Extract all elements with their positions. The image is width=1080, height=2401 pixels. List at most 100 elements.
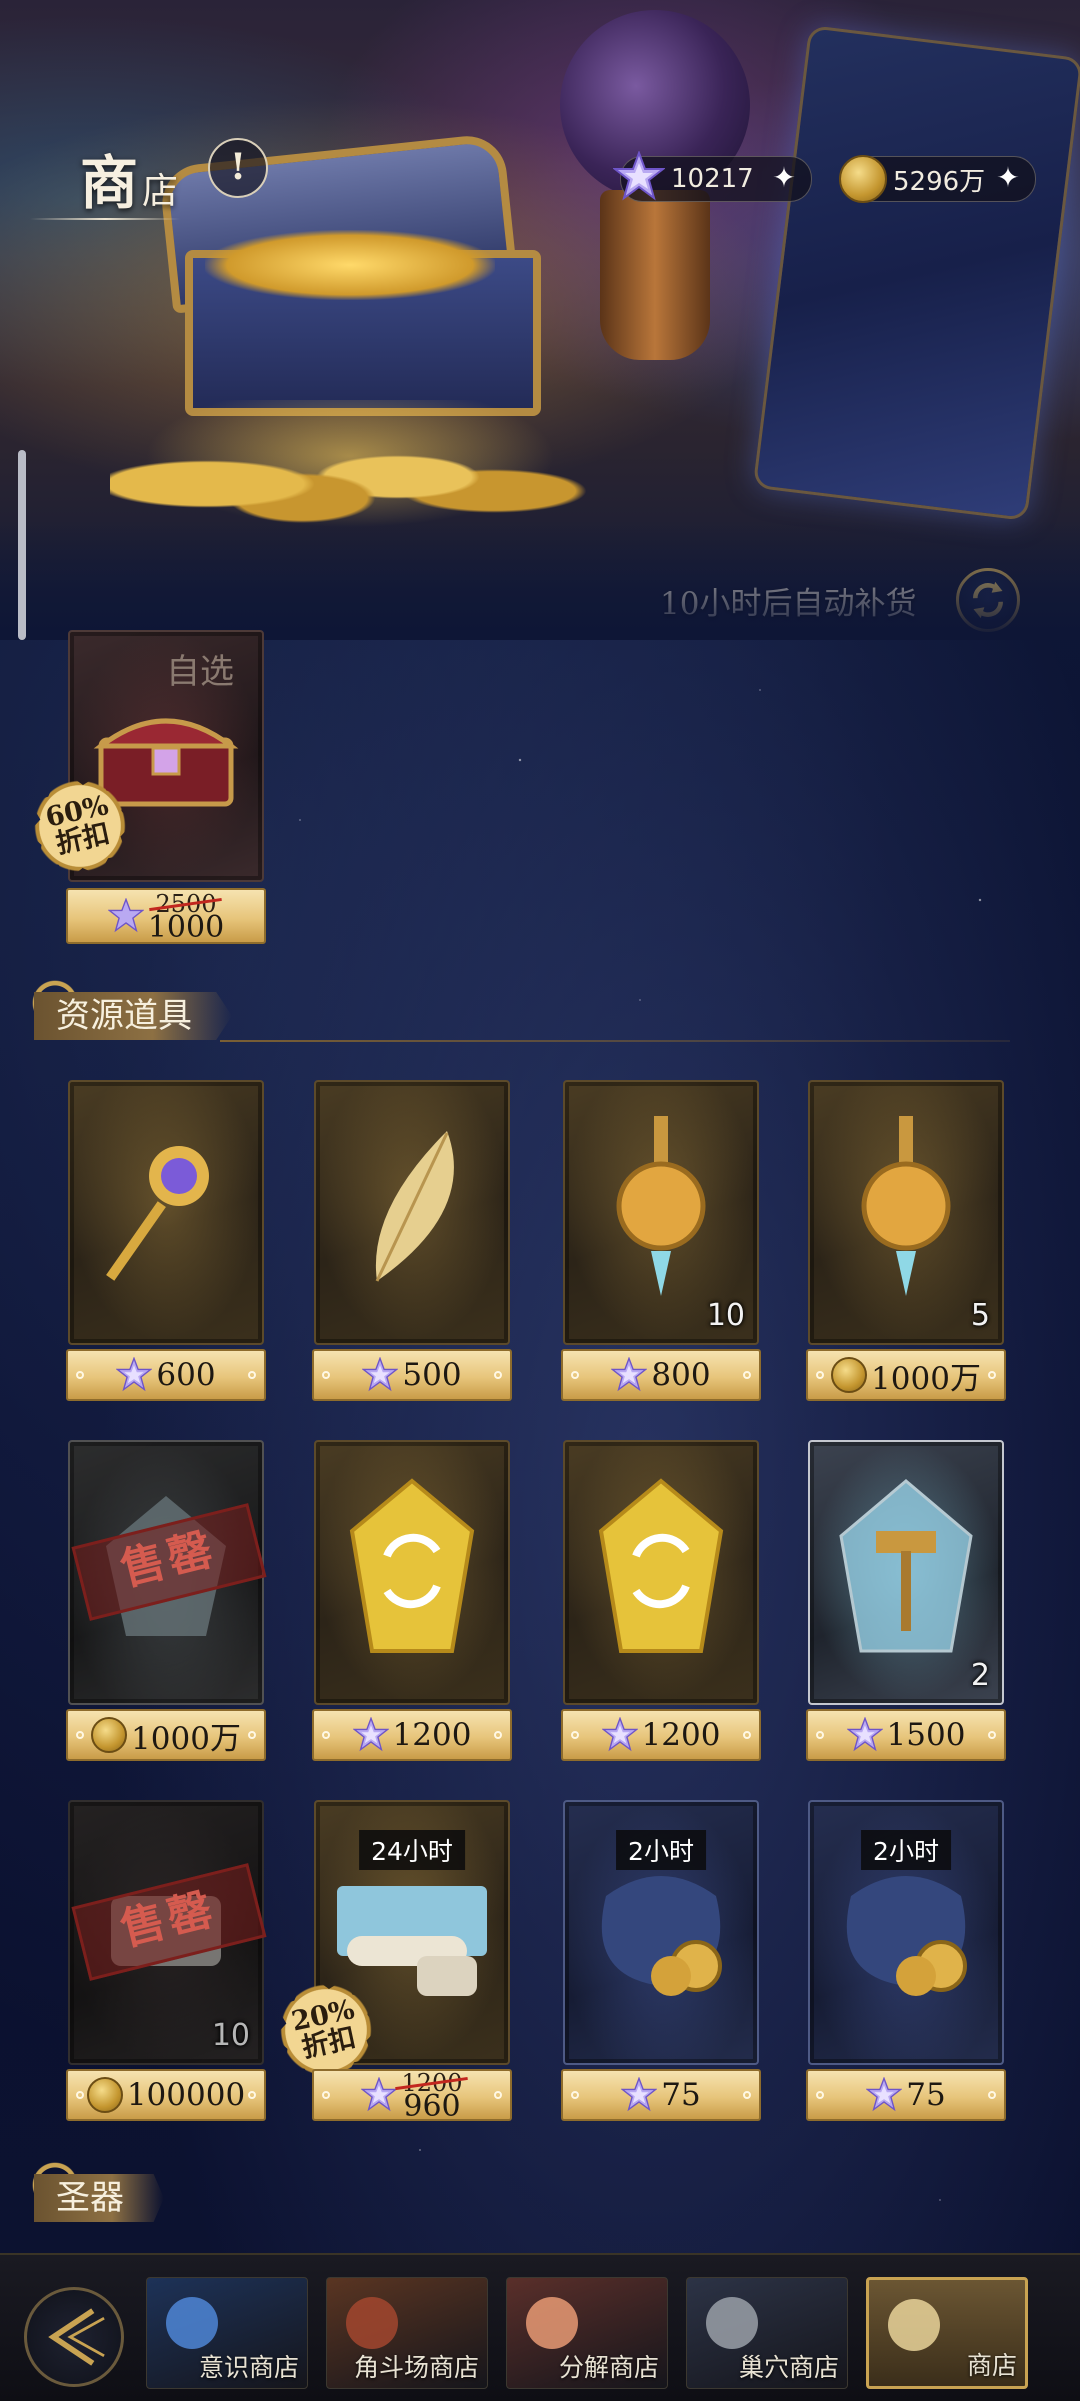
price-button-scroll-sold[interactable]: 100000 — [66, 2069, 266, 2121]
item-card-key[interactable] — [68, 1080, 264, 1345]
coin-amount: 5296万 — [893, 166, 986, 197]
shop-screen: 商 店 ! 10217 ✦ 5296万 ✦ 10小时后自动补货 自选 60% 折… — [0, 0, 1080, 2401]
star-gem-icon — [352, 1717, 389, 1752]
time-limit-tag: 2小时 — [616, 1830, 706, 1870]
add-coins-button[interactable]: ✦ — [993, 163, 1023, 193]
nav-tab-2[interactable]: 角斗场商店 — [326, 2277, 488, 2389]
item-image-potion-a — [606, 1111, 716, 1315]
star-gem-icon — [846, 1717, 883, 1752]
back-button[interactable] — [24, 2287, 124, 2387]
price-value: 100000 — [126, 2077, 246, 2113]
price-button-key[interactable]: 600 — [66, 1349, 266, 1401]
gold-coin-icon — [839, 155, 887, 203]
gold-coin-icon — [831, 1357, 868, 1393]
item-card-feather[interactable] — [314, 1080, 510, 1345]
refresh-icon — [973, 581, 1003, 619]
refresh-button[interactable] — [956, 568, 1020, 632]
nav-tab-3[interactable]: 分解商店 — [506, 2277, 668, 2389]
scales-icon — [879, 2290, 949, 2360]
section-title: 资源道具 — [34, 992, 232, 1040]
section-header-artifacts: 圣器 — [20, 2150, 1000, 2230]
nav-tab-5[interactable]: 商店 — [866, 2277, 1028, 2389]
item-image-feather — [347, 1121, 477, 1305]
time-limit-tag: 2小时 — [861, 1830, 951, 1870]
price-value: 75 — [906, 2077, 946, 2113]
price-value: 1200 — [641, 1717, 721, 1753]
nav-tab-label: 分解商店 — [558, 2353, 659, 2382]
item-quantity: 5 — [970, 1298, 990, 1333]
price-value: 500 — [402, 1357, 462, 1393]
price-value: 800 — [651, 1357, 711, 1393]
nav-tab-4[interactable]: 巢穴商店 — [686, 2277, 848, 2389]
item-image-exchange-crystal-b — [591, 1476, 731, 1670]
price-button-exchange-crystal-b[interactable]: 1200 — [561, 1709, 761, 1761]
price-button-crystal-sold[interactable]: 1000万 — [66, 1709, 266, 1761]
scrollbar[interactable] — [18, 450, 26, 640]
star-gem-icon — [611, 1357, 648, 1392]
price-button-coin-bag-a[interactable]: 75 — [561, 2069, 761, 2121]
nav-tab-label: 意识商店 — [198, 2353, 299, 2382]
coin-pile-illustration — [110, 400, 590, 540]
item-quantity: 10 — [211, 2018, 250, 2053]
add-gems-button[interactable]: ✦ — [769, 163, 799, 193]
item-card-exchange-crystal-b[interactable] — [563, 1440, 759, 1705]
gem-currency[interactable]: 10217 ✦ — [613, 151, 812, 202]
gem-amount: 10217 — [671, 164, 754, 194]
back-arrow-icon — [48, 2308, 105, 2366]
item-card-coin-bag-b[interactable]: 2小时 — [808, 1800, 1004, 2065]
item-card-potion-b[interactable]: 5 — [808, 1080, 1004, 1345]
item-card-exchange-crystal-a[interactable] — [314, 1440, 510, 1705]
item-card-potion-a[interactable]: 10 — [563, 1080, 759, 1345]
item-image-coin-bag-b — [821, 1856, 991, 2010]
price-button-coin-bag-b[interactable]: 75 — [806, 2069, 1006, 2121]
section-title: 圣器 — [34, 2174, 164, 2222]
star-gem-icon — [116, 1357, 153, 1392]
price-button-potion-a[interactable]: 800 — [561, 1349, 761, 1401]
item-card-hammer-crystal[interactable]: 2 — [808, 1440, 1004, 1705]
item-image-coin-bag-a — [576, 1856, 746, 2010]
gold-coin-icon — [91, 1717, 128, 1753]
featured-price-button[interactable]: 2500 1000 — [66, 888, 266, 944]
gold-coin-icon — [86, 2077, 123, 2113]
star-gem-icon — [621, 2077, 658, 2112]
price-value: 600 — [156, 1357, 216, 1393]
price-button-scroll-pack[interactable]: 1200 960 — [312, 2069, 512, 2124]
tarot-card-decoration — [752, 24, 1080, 522]
price-button-hammer-crystal[interactable]: 1500 — [806, 1709, 1006, 1761]
featured-new-price: 1000 — [147, 910, 225, 945]
price-button-feather[interactable]: 500 — [312, 1349, 512, 1401]
shop-banner: 商 店 ! 10217 ✦ 5296万 ✦ 10小时后自动补货 — [0, 0, 1080, 640]
title-sub-char: 店 — [142, 171, 179, 212]
item-image-potion-b — [851, 1111, 961, 1315]
item-card-coin-bag-a[interactable]: 2小时 — [563, 1800, 759, 2065]
item-image-key — [101, 1126, 231, 1300]
page-title: 商 店 — [80, 140, 178, 220]
new-price: 960 — [403, 2089, 461, 2124]
price-button-potion-b[interactable]: 1000万 — [806, 1349, 1006, 1401]
item-quantity: 2 — [970, 1658, 990, 1693]
coin-currency[interactable]: 5296万 ✦ — [839, 155, 1036, 203]
price-value: 1200 — [392, 1717, 472, 1753]
price-button-exchange-crystal-a[interactable]: 1200 — [312, 1709, 512, 1761]
section-divider — [220, 1040, 1010, 1042]
star-gem-icon — [613, 151, 665, 201]
info-button[interactable]: ! — [208, 138, 268, 198]
star-gem-icon — [362, 1357, 399, 1392]
exclamation-icon: ! — [230, 146, 246, 188]
crystal-ball-stand — [600, 190, 710, 360]
star-gem-icon — [107, 898, 144, 933]
restock-timer-text: 10小时后自动补货 — [660, 586, 917, 622]
star-gem-icon — [361, 2077, 398, 2112]
nav-tab-label: 商店 — [966, 2351, 1017, 2380]
item-image-hammer-crystal — [831, 1476, 981, 1670]
nav-tab-label: 角斗场商店 — [353, 2353, 479, 2382]
title-main-char: 商 — [80, 149, 141, 217]
price-value: 1000万 — [871, 1360, 981, 1397]
star-gem-icon — [601, 1717, 638, 1752]
title-underline — [30, 218, 180, 220]
price-value: 1500 — [886, 1717, 966, 1753]
nav-tab-label: 巢穴商店 — [738, 2353, 839, 2382]
section-header-resources: 资源道具 — [20, 968, 1010, 1048]
nav-tab-1[interactable]: 意识商店 — [146, 2277, 308, 2389]
featured-label: 自选 — [166, 652, 234, 692]
